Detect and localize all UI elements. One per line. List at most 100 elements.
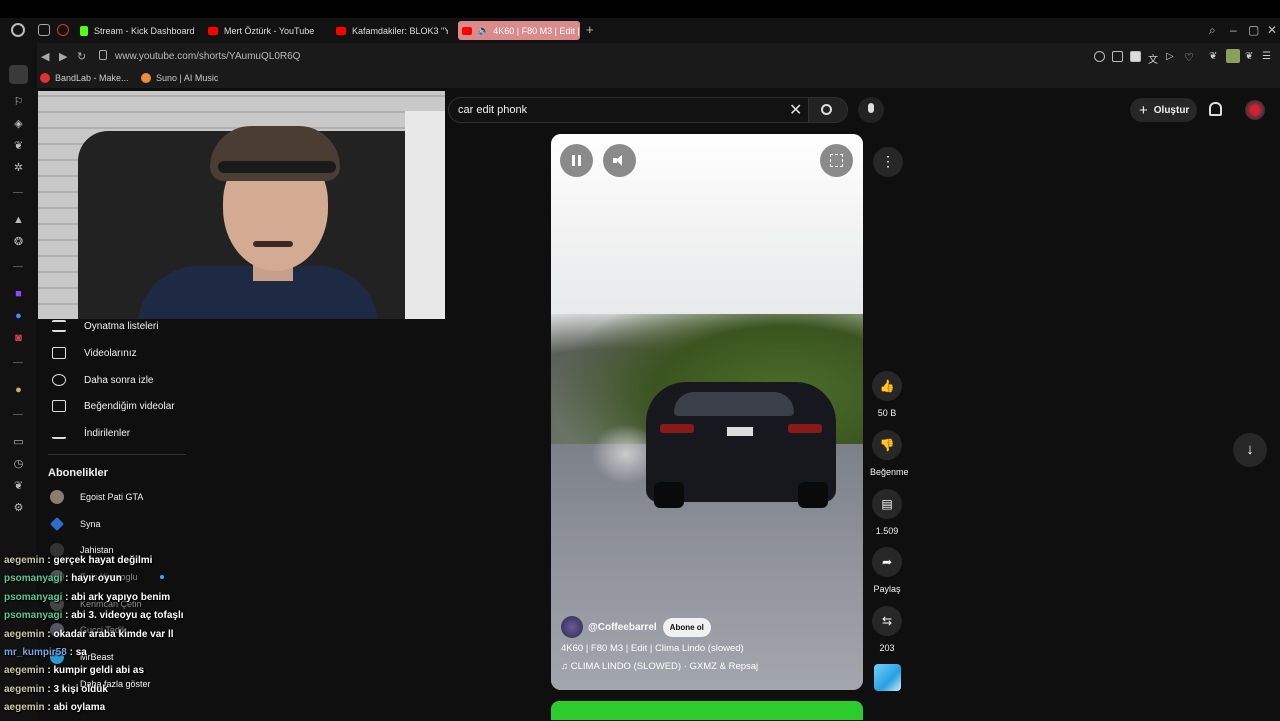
- maximize-icon[interactable]: ▢: [1248, 23, 1259, 37]
- reload-icon[interactable]: ↻: [77, 50, 86, 63]
- sidebar-item-downloads[interactable]: İndirilenler: [48, 423, 130, 443]
- spotify-icon[interactable]: ●: [12, 384, 25, 397]
- opera-gx-icon[interactable]: [57, 24, 69, 36]
- subscription-item[interactable]: Syna: [50, 515, 101, 533]
- tab-kick-dashboard[interactable]: Stream - Kick Dashboard: [76, 21, 196, 40]
- sidebar-divider: [13, 362, 23, 363]
- sidebar-item-liked-videos[interactable]: Beğendiğim videolar: [48, 396, 175, 416]
- youtube-icon: [208, 26, 218, 35]
- tab-active-short[interactable]: 🔈 4K60 | F80 M3 | Edit |: [458, 21, 580, 40]
- dislike-button[interactable]: 👎: [872, 430, 902, 460]
- gx-extension-icon[interactable]: ❦: [1245, 51, 1256, 62]
- shield-icon[interactable]: [1130, 51, 1141, 62]
- dislike-action[interactable]: 👎 Beğenme: [870, 430, 909, 477]
- gx-corner-icon[interactable]: ❦: [12, 140, 25, 153]
- avatar: [50, 490, 64, 504]
- instagram-icon[interactable]: ◙: [12, 332, 25, 345]
- history-icon[interactable]: ◷: [12, 458, 25, 471]
- like-button[interactable]: 👍: [872, 371, 902, 401]
- new-tab-button[interactable]: +: [586, 22, 594, 37]
- channel-name[interactable]: @Coffeebarrel: [588, 622, 657, 633]
- subscriptions-heading[interactable]: Abonelikler: [48, 467, 108, 479]
- next-short-preview[interactable]: [551, 701, 863, 720]
- remix-action[interactable]: ⇆ 203: [870, 606, 904, 653]
- clear-search-icon[interactable]: ✕: [789, 100, 802, 120]
- subscription-item[interactable]: Egoist Pati GTA: [50, 488, 143, 506]
- notifications-bell-icon[interactable]: [1209, 102, 1222, 116]
- home-icon[interactable]: [9, 65, 28, 84]
- chatgpt-icon[interactable]: ❂: [12, 236, 25, 249]
- twitch-icon[interactable]: ■: [12, 288, 25, 301]
- sidebar-divider: [13, 192, 23, 193]
- pin-icon[interactable]: [1094, 51, 1105, 62]
- tab-islands-icon[interactable]: [38, 24, 50, 36]
- translate-icon[interactable]: 文: [1148, 51, 1159, 66]
- aria-icon[interactable]: ◈: [12, 118, 25, 131]
- stream-chat-overlay: aegemin : gerçek hayat değilmi psomanyagi…: [4, 555, 264, 721]
- sidebar-item-playlists[interactable]: Oynatma listeleri: [48, 316, 158, 336]
- audio-thumbnail[interactable]: [874, 664, 901, 691]
- menu-icon[interactable]: ☰: [1262, 51, 1273, 62]
- chat-text: : 3 kişi olduk: [47, 683, 108, 695]
- sidebar-divider: [13, 414, 23, 415]
- tab-kafamdakiler[interactable]: Kafamdakiler: BLOK3 "YA: [332, 21, 448, 40]
- url-field[interactable]: www.youtube.com/shorts/YAumuQL0R6Q: [115, 51, 300, 62]
- shorts-player[interactable]: @Coffeebarrel Abone ol 4K60 | F80 M3 | E…: [551, 134, 863, 690]
- pause-button[interactable]: [560, 144, 593, 177]
- fullscreen-button[interactable]: [820, 144, 853, 177]
- send-icon[interactable]: ▷: [1166, 51, 1177, 62]
- close-icon[interactable]: ✕: [1267, 23, 1277, 37]
- opera-logo-icon[interactable]: [11, 23, 25, 37]
- snapshot-icon[interactable]: [1112, 51, 1123, 62]
- sidebar-tool-icon[interactable]: ⚐: [12, 96, 25, 109]
- music-link[interactable]: ♫ CLIMA LINDO (SLOWED) · GXMZ & Repsaj: [561, 661, 758, 672]
- extension-icon[interactable]: ❦: [1209, 51, 1220, 62]
- create-button[interactable]: + Oluştur: [1130, 98, 1197, 122]
- create-label: Oluştur: [1153, 104, 1190, 116]
- bookmark-bandlab[interactable]: BandLab - Make...: [40, 73, 129, 83]
- video-title[interactable]: 4K60 | F80 M3 | Edit | Clima Lindo (slow…: [561, 643, 744, 654]
- more-options-button[interactable]: ⋮: [873, 147, 903, 177]
- messenger-icon[interactable]: ●: [12, 310, 25, 323]
- gx-mods-icon[interactable]: ✲: [12, 162, 25, 175]
- comments-button[interactable]: ▤: [872, 489, 902, 519]
- comment-icon: ▤: [881, 497, 893, 511]
- chat-message: aegemin : gerçek hayat değilmi: [4, 555, 264, 573]
- bookmark-label: Suno | AI Music: [156, 73, 219, 83]
- sidebar-divider: [48, 454, 186, 455]
- aria-ai-icon[interactable]: ▲: [12, 214, 25, 227]
- avatar-extension-icon[interactable]: [1226, 49, 1240, 63]
- wallet-icon[interactable]: ▭: [12, 436, 25, 449]
- channel-avatar[interactable]: [561, 616, 583, 638]
- heart-icon[interactable]: ♡: [1184, 51, 1195, 64]
- back-icon[interactable]: ◀: [41, 50, 49, 63]
- search-button[interactable]: [808, 97, 848, 123]
- settings-icon[interactable]: ⚙: [12, 502, 25, 515]
- sidebar-item-label: Videolarınız: [84, 347, 137, 359]
- sidebar-item-watch-later[interactable]: Daha sonra izle: [48, 370, 153, 390]
- minimize-icon[interactable]: –: [1230, 23, 1237, 37]
- avatar: [50, 517, 64, 531]
- volume-button[interactable]: [603, 144, 636, 177]
- share-action[interactable]: ➦ Paylaş: [870, 547, 904, 594]
- bookmark-suno[interactable]: Suno | AI Music: [141, 73, 218, 83]
- speaker-icon[interactable]: 🔈: [478, 25, 489, 36]
- account-avatar[interactable]: [1245, 100, 1265, 120]
- share-button[interactable]: ➦: [872, 547, 902, 577]
- car-plate: [727, 427, 753, 436]
- sidebar-item-your-videos[interactable]: Videolarınız: [48, 343, 137, 363]
- tab-youtube-channel[interactable]: Mert Öztürk - YouTube: [204, 21, 322, 40]
- subscribe-button[interactable]: Abone ol: [662, 617, 711, 637]
- voice-search-button[interactable]: [858, 97, 884, 123]
- video-icon: [52, 347, 66, 359]
- search-box[interactable]: car edit phonk ✕: [448, 97, 811, 123]
- extensions-icon[interactable]: ❦: [12, 480, 25, 493]
- sidebar-item-label: İndirilenler: [84, 427, 131, 439]
- next-video-button[interactable]: ↓: [1233, 433, 1267, 467]
- search-tabs-icon[interactable]: ⌕: [1209, 23, 1216, 38]
- like-action[interactable]: 👍 50 B: [870, 371, 904, 418]
- remix-button[interactable]: ⇆: [872, 606, 902, 636]
- search-input[interactable]: car edit phonk: [458, 104, 527, 116]
- forward-icon[interactable]: ▶: [59, 50, 67, 63]
- comments-action[interactable]: ▤ 1.509: [870, 489, 904, 536]
